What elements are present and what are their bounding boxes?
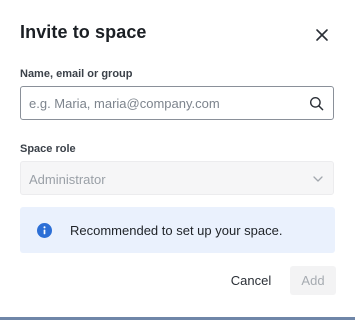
close-button[interactable] bbox=[312, 25, 332, 45]
dialog-title: Invite to space bbox=[20, 22, 147, 42]
add-button[interactable]: Add bbox=[290, 266, 336, 295]
name-input-wrapper bbox=[20, 86, 334, 120]
close-icon bbox=[316, 29, 328, 41]
invite-dialog: Invite to space Name, email or group Spa… bbox=[0, 0, 355, 317]
space-role-value: Administrator bbox=[29, 172, 106, 187]
cancel-button[interactable]: Cancel bbox=[222, 266, 280, 294]
name-field-label: Name, email or group bbox=[20, 68, 133, 80]
info-banner: Recommended to set up your space. bbox=[20, 207, 335, 253]
info-message: Recommended to set up your space. bbox=[70, 223, 283, 238]
chevron-down-icon bbox=[313, 176, 323, 182]
space-role-select[interactable]: Administrator bbox=[20, 161, 334, 195]
space-role-label: Space role bbox=[20, 143, 76, 155]
info-icon bbox=[37, 223, 52, 238]
name-email-group-input[interactable] bbox=[21, 87, 309, 119]
search-icon[interactable] bbox=[309, 96, 324, 111]
